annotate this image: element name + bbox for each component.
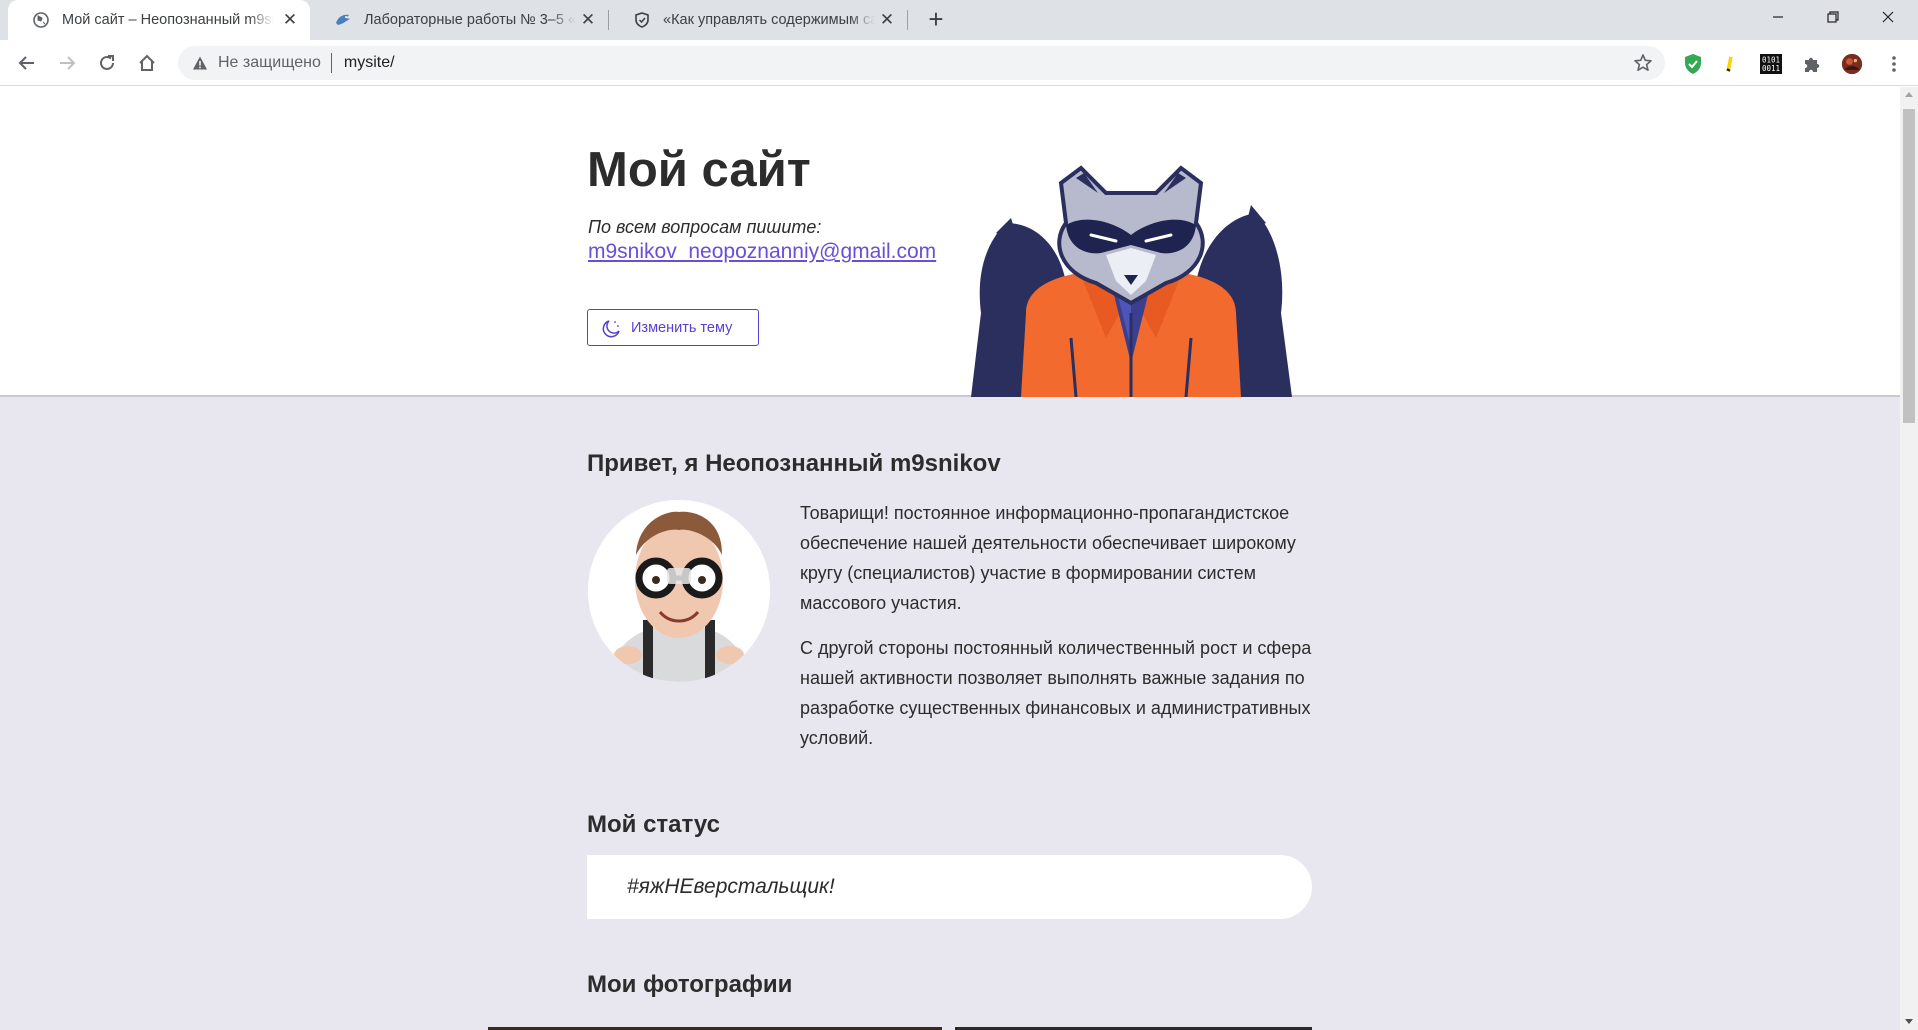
security-label[interactable]: Не защищено — [218, 54, 321, 72]
page-scrollbar[interactable] — [1900, 87, 1918, 1030]
warning-icon — [193, 56, 207, 70]
avatar — [588, 500, 770, 682]
close-tab-icon[interactable]: ✕ — [280, 10, 300, 30]
forward-icon[interactable] — [52, 48, 82, 78]
reload-icon[interactable] — [92, 48, 122, 78]
shield-extension-icon[interactable] — [1682, 53, 1704, 75]
close-window-button[interactable] — [1858, 0, 1918, 34]
photos-heading: Мои фотографии — [587, 971, 793, 998]
site-header: Мой сайт По всем вопросам пишите: m9snik… — [0, 87, 1900, 397]
svg-text:0011: 0011 — [1762, 64, 1780, 73]
minimize-button[interactable] — [1748, 0, 1808, 34]
restore-button[interactable] — [1803, 0, 1863, 34]
contact-label: По всем вопросам пишите: — [588, 217, 822, 237]
browser-toolbar: Не защищено mysite/ 0101 0011 — [0, 40, 1918, 86]
kebab-menu-icon[interactable] — [1883, 53, 1905, 75]
binary-extension-icon[interactable]: 0101 0011 — [1760, 53, 1782, 75]
shield-favicon-icon — [633, 11, 651, 29]
tab-strip: Мой сайт – Неопознанный m9snikov ✕ Лабор… — [0, 0, 1918, 40]
email-link[interactable]: m9snikov_neopoznanniy@gmail.com — [588, 240, 936, 264]
status-box: #яжНЕверстальщик! — [587, 855, 1312, 919]
change-theme-label: Изменить тему — [631, 319, 733, 336]
about-paragraph-2: С другой стороны постоянный количественн… — [800, 638, 1312, 748]
yandex-extension-icon[interactable] — [1719, 53, 1741, 75]
close-tab-icon[interactable]: ✕ — [578, 10, 598, 30]
status-heading: Мой статус — [587, 811, 720, 838]
moon-icon — [602, 319, 620, 337]
tab-separator — [907, 10, 908, 30]
back-icon[interactable] — [12, 48, 42, 78]
page-viewport: Мой сайт По всем вопросам пишите: m9snik… — [0, 87, 1900, 1030]
tab-title: «Как управлять содержимым сайта» — [663, 12, 875, 28]
scrollbar-thumb[interactable] — [1903, 109, 1915, 423]
address-bar[interactable]: Не защищено mysite/ — [178, 46, 1665, 80]
about-text: Товарищи! постоянное информационно-пропа… — [800, 498, 1312, 753]
puzzle-extensions-icon[interactable] — [1801, 53, 1823, 75]
home-icon[interactable] — [132, 48, 162, 78]
scroll-down-arrow-icon[interactable] — [1905, 1019, 1913, 1024]
tab-manage-content[interactable]: «Как управлять содержимым сайта» ✕ — [609, 0, 907, 40]
tab-title: Лабораторные работы № 3–5 «Веб-верстка» — [364, 12, 576, 28]
url-text[interactable]: mysite/ — [344, 54, 395, 72]
about-heading: Привет, я Неопознанный m9snikov — [587, 450, 1001, 477]
about-paragraph-1: Товарищи! постоянное информационно-пропа… — [800, 503, 1296, 613]
site-title: Мой сайт — [587, 143, 811, 197]
star-icon[interactable] — [1633, 53, 1653, 73]
tab-title: Мой сайт – Неопознанный m9snikov — [62, 12, 274, 28]
tab-lab-works[interactable]: Лабораторные работы № 3–5 «Веб-верстка» … — [310, 0, 608, 40]
scroll-up-arrow-icon[interactable] — [1905, 92, 1913, 97]
new-tab-button[interactable]: + — [922, 6, 950, 34]
globe-icon — [32, 11, 50, 29]
address-divider — [330, 53, 332, 73]
change-theme-button[interactable]: Изменить тему — [587, 309, 759, 346]
status-text: #яжНЕверстальщик! — [627, 875, 835, 898]
raccoon-illustration — [971, 165, 1292, 397]
close-tab-icon[interactable]: ✕ — [877, 10, 897, 30]
tab-my-site[interactable]: Мой сайт – Неопознанный m9snikov ✕ — [8, 0, 310, 40]
profile-avatar[interactable] — [1841, 53, 1863, 75]
crow-favicon-icon — [334, 11, 352, 29]
